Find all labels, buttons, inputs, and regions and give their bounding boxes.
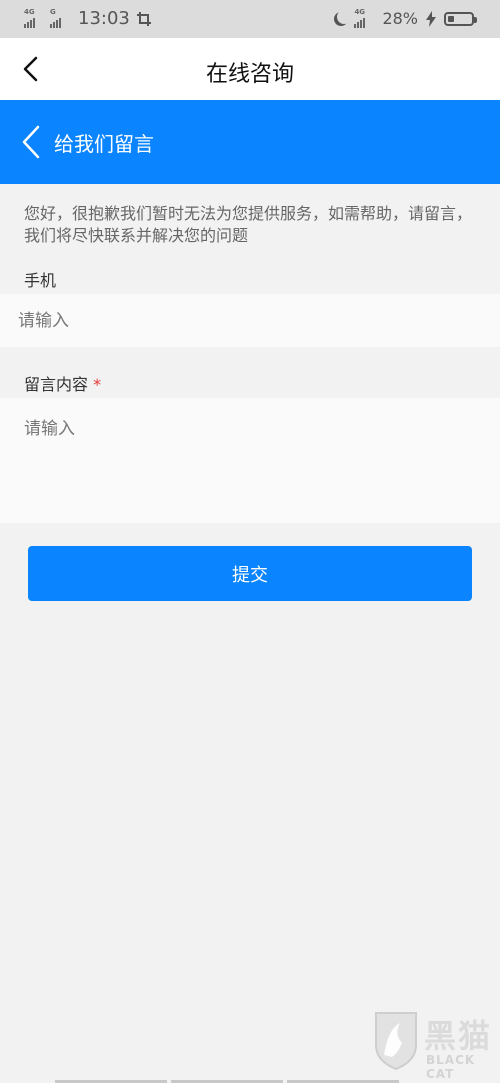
signal-icon-sim1: 4G	[24, 7, 44, 28]
signal-icon-data: 4G	[354, 7, 374, 28]
banner-back-button[interactable]	[20, 124, 42, 160]
sim1-network-label: 4G	[24, 7, 35, 16]
watermark-chars: 黑猫	[424, 1017, 493, 1055]
page-title: 在线咨询	[205, 62, 294, 87]
submit-button[interactable]: 提交	[28, 546, 472, 601]
message-label: 留言内容	[24, 375, 89, 394]
required-mark: *	[93, 375, 102, 394]
phone-input[interactable]	[0, 294, 500, 347]
status-bar: 4G G 13:03 4G 28%	[0, 0, 500, 38]
sim2-network-label: G	[50, 7, 56, 16]
battery-fill	[448, 15, 455, 22]
screenshot-icon	[136, 11, 151, 26]
signal-icon-sim2: G	[50, 7, 70, 28]
charging-icon	[426, 10, 436, 27]
message-label-row: 留言内容 *	[24, 371, 101, 395]
data-network-label: 4G	[354, 7, 366, 16]
status-right: 4G 28%	[332, 7, 477, 28]
battery-percent: 28%	[382, 9, 418, 28]
chevron-left-icon	[22, 125, 40, 159]
status-left: 4G G 13:03	[24, 8, 152, 29]
status-time: 13:03	[78, 8, 130, 29]
shield-icon	[375, 1012, 417, 1071]
watermark-latin: BLACK CAT	[426, 1053, 476, 1081]
banner-title: 给我们留言	[54, 132, 154, 156]
notice-text: 您好，很抱歉我们暂时无法为您提供服务，如需帮助，请留言，我们将尽快联系并解决您的…	[24, 204, 473, 245]
phone-label: 手机	[24, 271, 57, 290]
watermark-logo: 黑猫 BLACK CAT	[374, 1007, 494, 1081]
moon-icon	[337, 10, 351, 24]
nav-bar: 在线咨询	[0, 38, 500, 100]
message-input[interactable]	[0, 398, 500, 523]
header-banner: 给我们留言	[0, 100, 500, 184]
battery-icon	[444, 11, 477, 26]
